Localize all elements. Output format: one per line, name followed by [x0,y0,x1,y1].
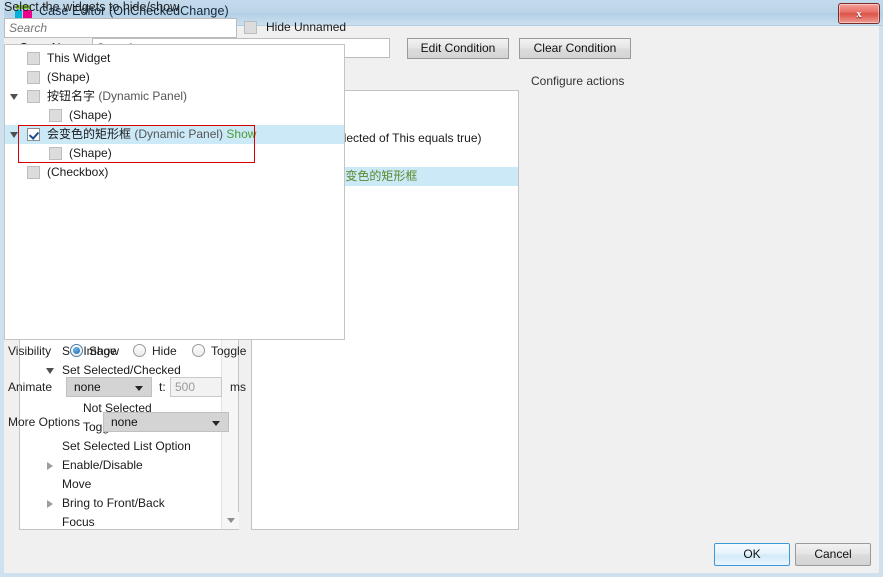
widget-checkbox[interactable] [27,52,40,65]
widget-name: (Shape) [69,146,112,160]
widget-label: 按钮名字 (Dynamic Panel) [47,87,187,106]
widget-label: (Shape) [69,144,112,163]
widget-list-row[interactable]: (Shape) [5,144,344,163]
clear-condition-button[interactable]: Clear Condition [519,38,631,59]
scroll-down-icon[interactable] [222,512,239,529]
visibility-option-show: Show [89,344,120,358]
edit-condition-button[interactable]: Edit Condition [407,38,509,59]
chevron-down-icon [212,421,220,426]
case-editor-window: Case Editor (OnCheckedChange) x Case Nam… [0,0,883,577]
widget-label: (Shape) [69,106,112,125]
widget-list-row[interactable]: (Checkbox) [5,163,344,182]
configure-heading: Select the widgets to hide/show [4,0,180,14]
widget-checkbox[interactable] [49,147,62,160]
organize-action-target: 会变色的矩形框 [333,169,418,183]
visibility-radio-hide[interactable] [133,344,146,357]
visibility-radio-toggle[interactable] [192,344,205,357]
action-tree-item[interactable]: Focus [20,513,222,529]
chevron-right-icon[interactable] [47,494,56,513]
action-tree-item-label: Focus [62,515,95,529]
widget-type: (Dynamic Panel) [98,89,188,103]
hide-unnamed-checkbox[interactable] [244,21,257,34]
action-tree-item[interactable]: Bring to Front/Back [20,494,222,513]
time-label: t: [159,380,166,394]
widget-action-tag: Show [226,127,257,141]
chevron-down-icon[interactable] [10,125,20,144]
chevron-right-icon[interactable] [47,456,56,475]
widget-checkbox[interactable] [27,90,40,103]
widget-list-row[interactable]: 会变色的矩形框 (Dynamic Panel) Show [5,125,344,144]
action-tree-item-label: Bring to Front/Back [62,496,165,510]
search-input[interactable] [4,18,237,38]
widget-checkbox[interactable] [27,166,40,179]
action-tree-item[interactable]: Move [20,475,222,494]
more-options-label: More Options [8,415,81,429]
animate-select[interactable]: none [66,377,152,397]
chevron-down-icon[interactable] [10,87,20,106]
visibility-radio-show[interactable] [70,344,83,357]
hide-unnamed-label: Hide Unnamed [266,20,347,34]
close-window-button[interactable]: x [838,3,880,24]
widget-name: 会变色的矩形框 [47,127,132,141]
widget-checkbox[interactable] [27,71,40,84]
more-options-value: none [111,415,138,429]
ok-button[interactable]: OK [714,543,790,566]
action-tree-item[interactable]: Enable/Disable [20,456,222,475]
animate-label: Animate [8,380,53,394]
widget-name: (Checkbox) [47,165,109,179]
animate-value: none [74,380,101,394]
more-options-select[interactable]: none [103,412,229,432]
column-header-configure-actions: Configure actions [531,74,625,88]
chevron-down-icon [135,386,143,391]
widget-list-row[interactable]: (Shape) [5,68,344,87]
widget-list-row[interactable]: (Shape) [5,106,344,125]
cancel-button[interactable]: Cancel [795,543,871,566]
time-unit-label: ms [230,380,246,394]
widget-name: 按钮名字 [47,89,96,103]
widget-list-row[interactable]: This Widget [5,49,344,68]
time-input[interactable] [170,377,222,397]
widget-checkbox[interactable] [27,128,40,141]
close-icon: x [856,7,862,20]
widget-name: This Widget [47,51,111,65]
widget-type: (Dynamic Panel) [134,127,224,141]
widget-list[interactable]: This Widget (Shape) 按钮名字 (Dynamic Panel) (S… [4,44,345,340]
action-tree-item-label: Set Selected List Option [62,439,191,453]
widget-name: (Shape) [47,70,90,84]
action-tree-item-label: Enable/Disable [62,458,143,472]
widget-label: (Shape) [47,68,90,87]
widget-name: (Shape) [69,108,112,122]
visibility-option-hide: Hide [152,344,177,358]
widget-list-row[interactable]: 按钮名字 (Dynamic Panel) [5,87,344,106]
chevron-down-icon[interactable] [46,361,56,380]
visibility-option-toggle: Toggle [211,344,247,358]
widget-checkbox[interactable] [49,109,62,122]
widget-label: This Widget [47,49,110,68]
widget-label: (Checkbox) [47,163,108,182]
action-tree-item[interactable]: Set Selected List Option [20,437,222,456]
visibility-label: Visibility [8,344,52,358]
action-tree-item-label: Move [62,477,92,491]
widget-label: 会变色的矩形框 (Dynamic Panel) Show [47,125,256,144]
